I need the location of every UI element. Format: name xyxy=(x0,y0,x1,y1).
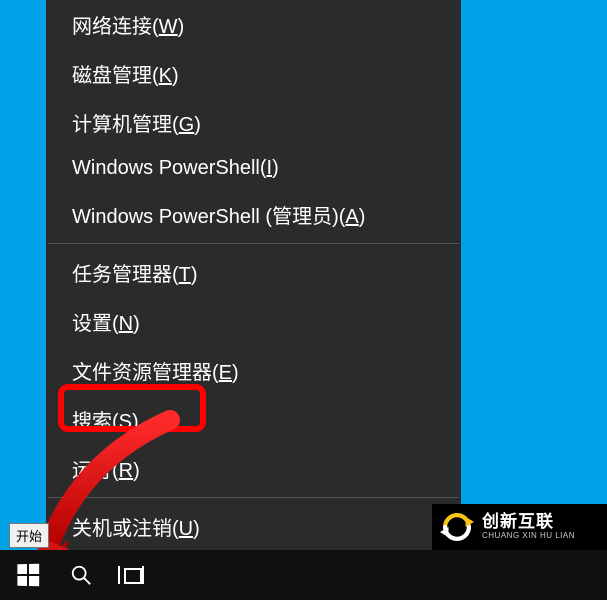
menu-item-g[interactable]: 计算机管理(G) xyxy=(46,98,461,147)
menu-item-label: 运行 xyxy=(72,460,112,482)
taskbar-search-button[interactable] xyxy=(56,550,106,600)
brand-logo-icon xyxy=(440,510,474,544)
menu-item-accel: (E) xyxy=(212,362,239,384)
menu-item-accel: (U) xyxy=(172,518,200,540)
menu-item-n[interactable]: 设置(N) xyxy=(46,297,461,346)
menu-item-label: Windows PowerShell (管理员) xyxy=(72,206,339,228)
menu-item-accel: (I) xyxy=(260,157,279,179)
menu-item-accel: (K) xyxy=(152,65,179,87)
menu-item-r[interactable]: 运行(R) xyxy=(46,444,461,493)
menu-item-t[interactable]: 任务管理器(T) xyxy=(46,248,461,297)
menu-item-label: 设置 xyxy=(72,313,112,335)
menu-item-label: 计算机管理 xyxy=(72,114,172,136)
menu-item-label: 搜索 xyxy=(72,411,112,433)
menu-item-s[interactable]: 搜索(S) xyxy=(46,395,461,444)
menu-item-label: Windows PowerShell xyxy=(72,157,260,179)
menu-item-k[interactable]: 磁盘管理(K) xyxy=(46,49,461,98)
brand-name-cn: 创新互联 xyxy=(482,513,575,532)
menu-item-label: 磁盘管理 xyxy=(72,65,152,87)
brand-badge: 创新互联 CHUANG XIN HU LIAN xyxy=(432,504,607,550)
menu-item-label: 文件资源管理器 xyxy=(72,362,212,384)
menu-item-accel: (A) xyxy=(339,206,366,228)
menu-item-u[interactable]: 关机或注销(U)› xyxy=(46,502,461,551)
menu-item-label: 任务管理器 xyxy=(72,264,172,286)
desktop: 网络连接(W)磁盘管理(K)计算机管理(G)Windows PowerShell… xyxy=(0,0,607,600)
menu-separator xyxy=(48,243,459,244)
menu-item-accel: (N) xyxy=(112,313,140,335)
menu-item-accel: (S) xyxy=(112,411,139,433)
task-view-icon xyxy=(118,566,144,584)
start-tooltip: 开始 xyxy=(9,523,49,548)
task-view-button[interactable] xyxy=(106,550,156,600)
taskbar xyxy=(0,550,607,600)
menu-item-e[interactable]: 文件资源管理器(E) xyxy=(46,346,461,395)
windows-logo-icon xyxy=(17,564,39,587)
brand-name-en: CHUANG XIN HU LIAN xyxy=(482,532,575,541)
menu-item-label: 关机或注销 xyxy=(72,518,172,540)
menu-item-accel: (T) xyxy=(172,264,198,286)
search-icon xyxy=(70,564,92,586)
menu-item-w[interactable]: 网络连接(W) xyxy=(46,0,461,49)
menu-item-i[interactable]: Windows PowerShell(I) xyxy=(46,147,461,190)
menu-separator xyxy=(48,497,459,498)
winx-context-menu: 网络连接(W)磁盘管理(K)计算机管理(G)Windows PowerShell… xyxy=(46,0,461,600)
menu-item-accel: (R) xyxy=(112,460,140,482)
menu-item-label: 网络连接 xyxy=(72,16,152,38)
start-button[interactable] xyxy=(0,550,56,600)
menu-item-accel: (G) xyxy=(172,114,201,136)
menu-item-accel: (W) xyxy=(152,16,184,38)
menu-item-a[interactable]: Windows PowerShell (管理员)(A) xyxy=(46,190,461,239)
